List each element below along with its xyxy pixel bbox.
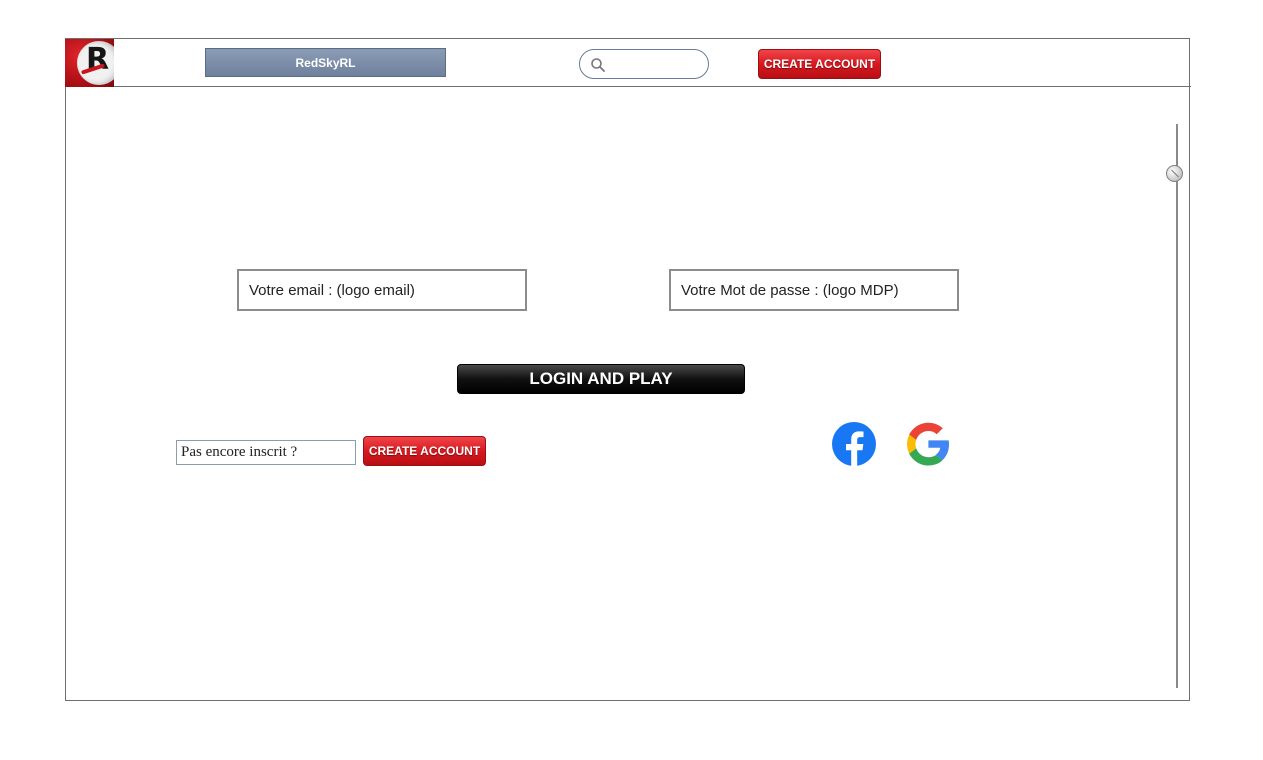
search-box[interactable] [579,49,709,79]
header-divider [65,86,1191,87]
scrollbar-thumb[interactable] [1166,165,1183,182]
not-registered-label: Pas encore inscrit ? [176,440,356,465]
login-and-play-button[interactable]: LOGIN AND PLAY [457,364,745,394]
password-field[interactable]: Votre Mot de passe : (logo MDP) [669,269,959,311]
google-icon[interactable] [905,421,951,467]
scrollbar-track[interactable] [1176,124,1178,688]
search-icon [591,58,605,72]
signup-create-account-button[interactable]: CREATE ACCOUNT [363,436,486,466]
facebook-icon[interactable] [831,421,877,467]
site-title[interactable]: RedSkyRL [205,48,446,77]
search-input[interactable] [612,54,706,76]
header-create-account-button[interactable]: CREATE ACCOUNT [758,49,881,79]
redsky-logo-icon[interactable]: R [65,39,114,87]
email-field[interactable]: Votre email : (logo email) [237,269,527,311]
